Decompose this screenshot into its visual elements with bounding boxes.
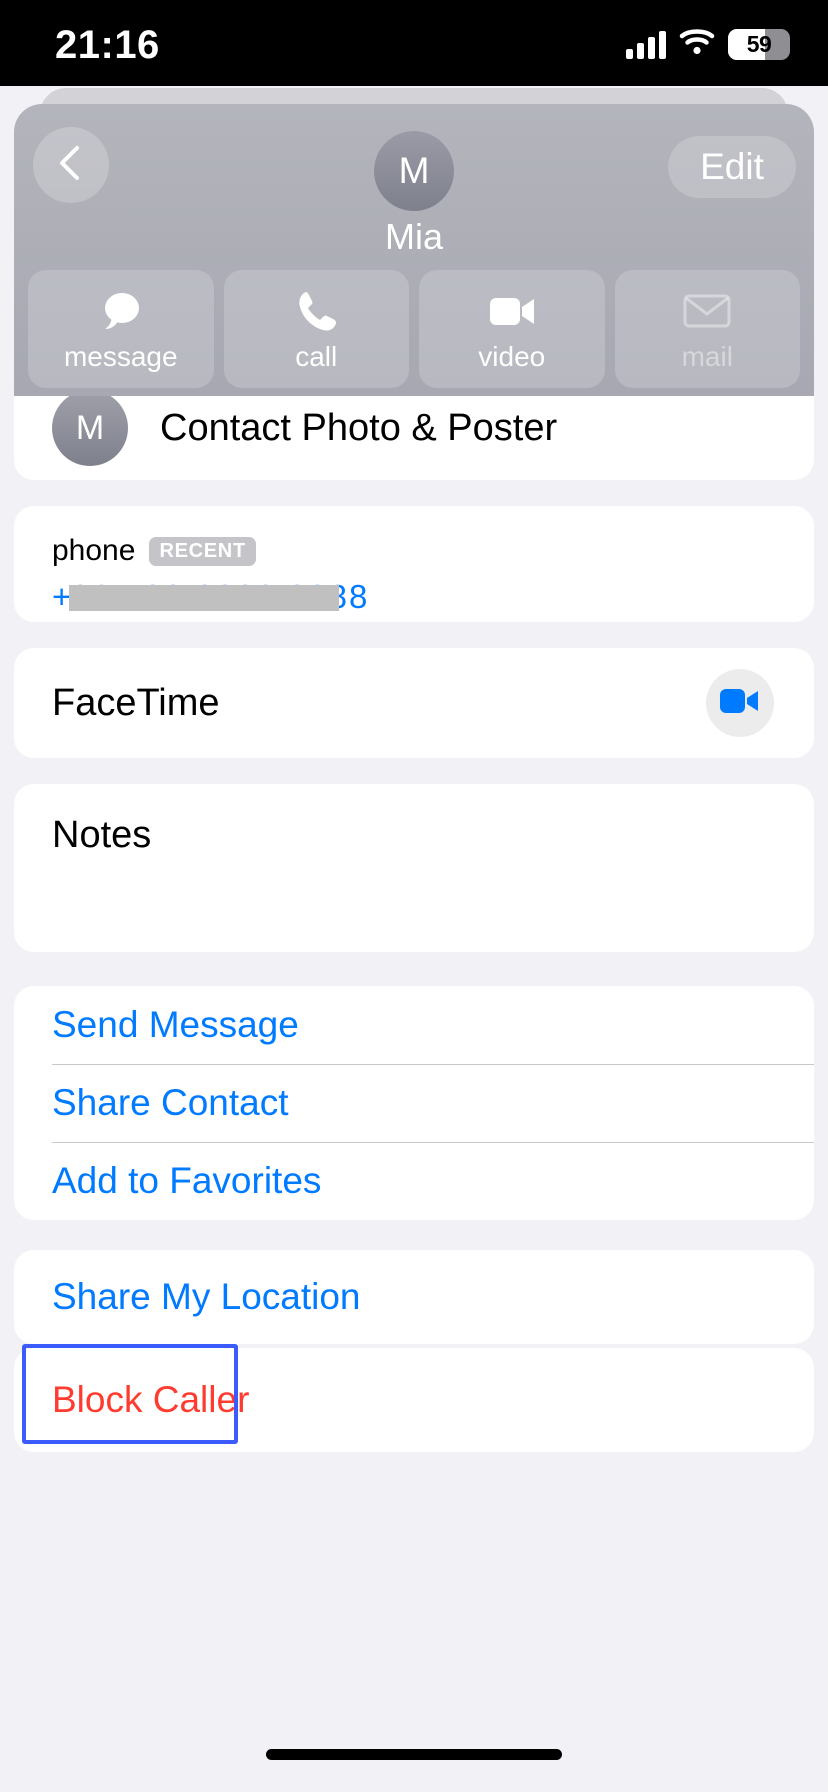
block-caller-card[interactable]: Block Caller bbox=[14, 1348, 814, 1452]
add-to-favorites-button[interactable]: Add to Favorites bbox=[14, 1142, 814, 1220]
phone-card[interactable]: phone RECENT + 86 138 8888 8888 bbox=[14, 506, 814, 622]
notes-card[interactable]: Notes bbox=[14, 784, 814, 952]
video-camera-icon bbox=[488, 288, 536, 334]
action-label: video bbox=[478, 340, 546, 372]
phone-field-header: phone RECENT bbox=[52, 534, 776, 568]
status-bar-indicators: 59 bbox=[626, 28, 790, 61]
video-camera-icon bbox=[720, 687, 760, 720]
action-mail-button[interactable]: mail bbox=[614, 270, 800, 388]
quick-actions-row: message call video mail bbox=[28, 270, 800, 388]
phone-field-label: phone bbox=[52, 534, 136, 567]
battery-percent: 59 bbox=[746, 31, 772, 57]
wifi-icon bbox=[679, 28, 715, 61]
phone-number-redaction-overlay bbox=[69, 585, 339, 611]
contact-actions-card[interactable]: Send Message Share Contact Add to Favori… bbox=[14, 986, 814, 1220]
status-bar: 21:16 59 bbox=[0, 0, 828, 86]
send-message-button[interactable]: Send Message bbox=[14, 986, 814, 1064]
action-call-button[interactable]: call bbox=[223, 270, 409, 388]
action-label: call bbox=[295, 340, 338, 372]
message-bubble-icon bbox=[98, 288, 144, 334]
edit-button[interactable]: Edit bbox=[668, 136, 796, 198]
back-button[interactable] bbox=[33, 127, 109, 203]
contact-detail-screen: M Contact Photo & Poster phone RECENT + … bbox=[0, 0, 828, 1792]
action-message-button[interactable]: message bbox=[28, 270, 214, 388]
action-video-button[interactable]: video bbox=[419, 270, 605, 388]
home-indicator[interactable] bbox=[266, 1749, 562, 1760]
avatar-initial: M bbox=[75, 408, 105, 447]
facetime-row[interactable]: FaceTime bbox=[14, 648, 814, 758]
phone-icon bbox=[295, 288, 337, 334]
share-my-location-button[interactable]: Share My Location bbox=[14, 1250, 814, 1344]
avatar-initial: M bbox=[398, 150, 430, 191]
header-avatar[interactable]: M bbox=[374, 131, 454, 211]
facetime-video-button[interactable] bbox=[706, 669, 774, 737]
facetime-card[interactable]: FaceTime bbox=[14, 648, 814, 758]
action-label: mail bbox=[681, 340, 733, 372]
share-location-card[interactable]: Share My Location bbox=[14, 1250, 814, 1344]
chevron-left-icon bbox=[56, 143, 86, 188]
notes-label: Notes bbox=[52, 814, 152, 856]
recent-badge: RECENT bbox=[149, 536, 256, 566]
block-caller-button[interactable]: Block Caller bbox=[14, 1348, 814, 1452]
contact-header: Edit M Mia message call video mail bbox=[14, 104, 814, 396]
status-bar-clock: 21:16 bbox=[55, 23, 160, 67]
envelope-icon bbox=[683, 288, 731, 334]
page-title: Mia bbox=[384, 216, 443, 257]
facetime-label: FaceTime bbox=[52, 681, 220, 724]
cellular-bars-icon bbox=[626, 30, 666, 59]
phone-number-row[interactable]: + 86 138 8888 8888 bbox=[52, 578, 776, 616]
action-label: message bbox=[63, 340, 178, 372]
share-contact-button[interactable]: Share Contact bbox=[14, 1064, 814, 1142]
divider bbox=[52, 1064, 814, 1065]
battery-icon: 59 bbox=[728, 29, 790, 60]
divider bbox=[52, 1142, 814, 1143]
avatar: M bbox=[52, 390, 128, 466]
contact-photo-poster-label: Contact Photo & Poster bbox=[160, 406, 558, 449]
